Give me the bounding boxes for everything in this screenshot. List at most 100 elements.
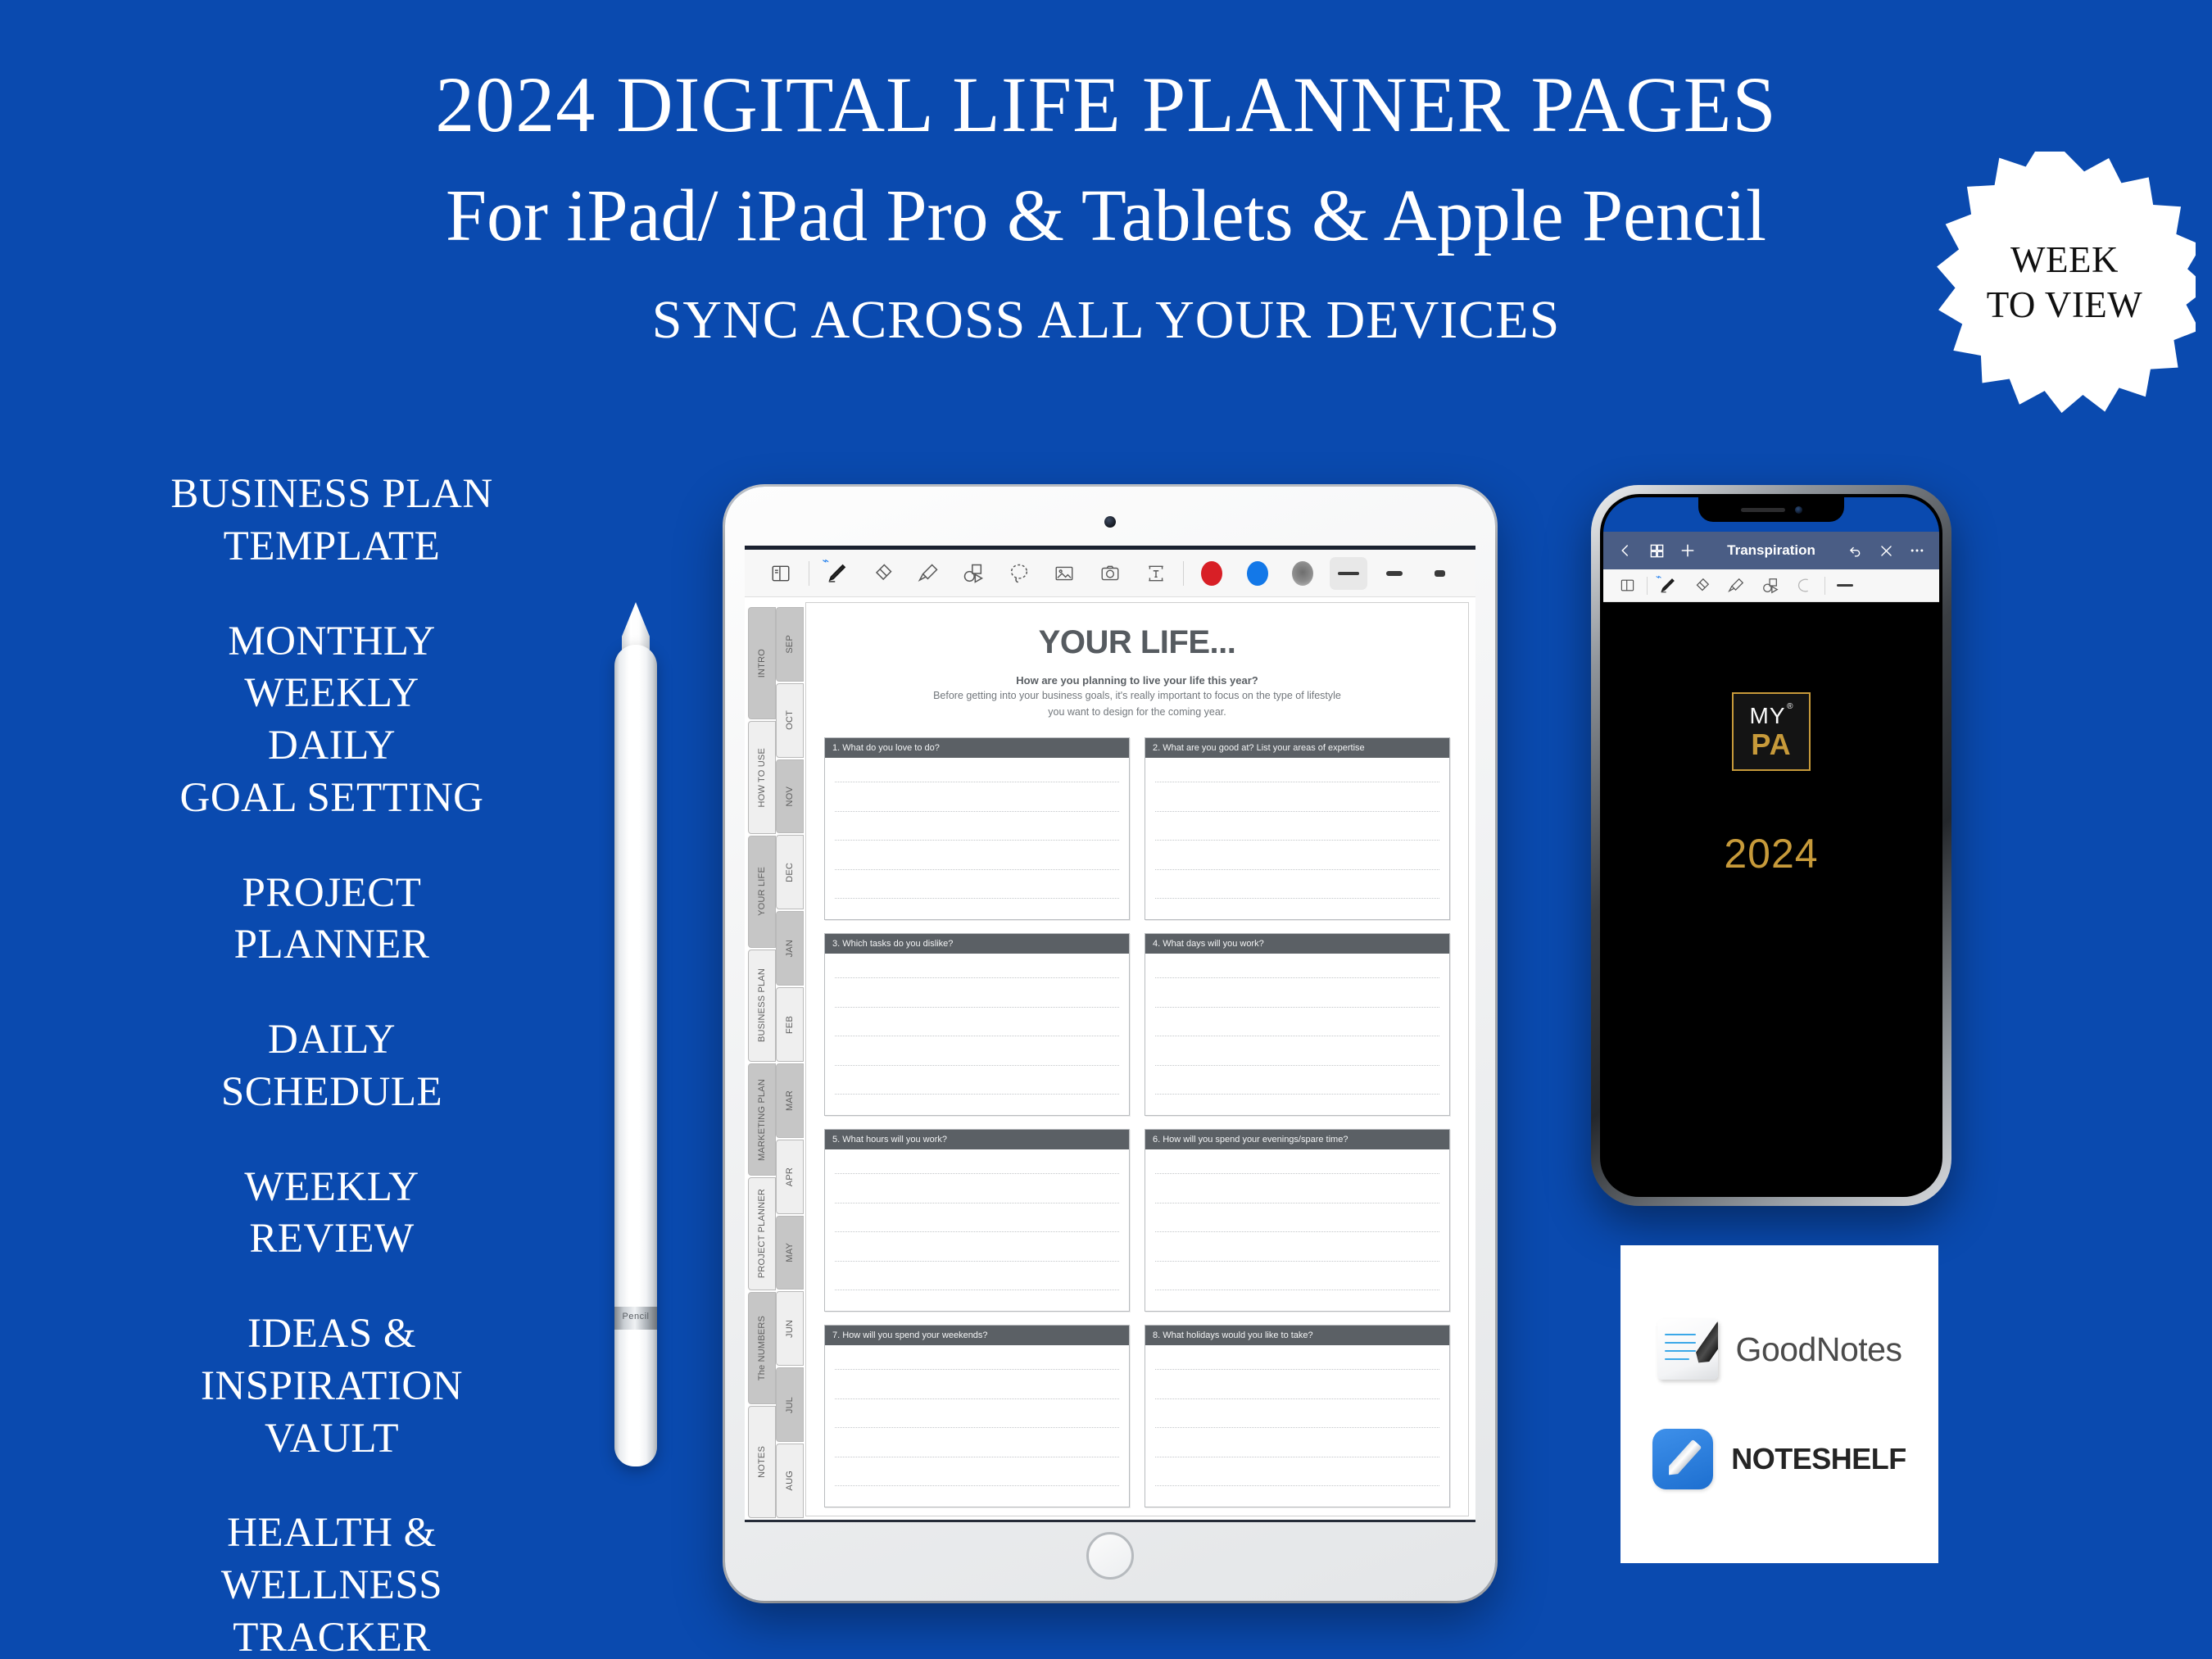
section-tab-business-plan[interactable]: BUSINESS PLAN	[748, 949, 776, 1062]
feature-line: PLANNER	[233, 922, 430, 968]
pen-icon	[1665, 1439, 1702, 1480]
question-card[interactable]: 6. How will you spend your evenings/spar…	[1145, 1129, 1450, 1312]
tab-label: BUSINESS PLAN	[757, 968, 767, 1043]
feature-line: PROJECT	[242, 869, 422, 916]
tab-label: OCT	[785, 710, 795, 731]
color-swatch-gray[interactable]	[1281, 555, 1326, 592]
pen-icon[interactable]: ⌁	[1650, 572, 1684, 600]
pen-icon[interactable]: ⌁	[814, 555, 860, 592]
planner-page-prompt: How are you planning to live your life t…	[1016, 674, 1258, 687]
month-tab-oct[interactable]: OCT	[776, 682, 804, 758]
section-tab-notes[interactable]: NOTES	[748, 1405, 776, 1518]
phone-bezel: Transpiration ⌁ MY ® PA 2024	[1600, 494, 1942, 1197]
month-tab-jan[interactable]: JAN	[776, 911, 804, 986]
tab-label: YOUR LIFE	[757, 867, 767, 917]
ipad-toolbar: ⌁	[745, 550, 1475, 597]
section-tab-how-to-use[interactable]: HOW TO USE	[748, 721, 776, 834]
eraser-icon[interactable]	[859, 555, 905, 592]
feature-line: INSPIRATION	[200, 1362, 464, 1409]
question-card[interactable]: 2. What are you good at? List your areas…	[1145, 737, 1450, 921]
page-view-icon[interactable]	[1610, 572, 1644, 600]
text-box-icon[interactable]	[1133, 555, 1179, 592]
answer-lines[interactable]	[1145, 1345, 1449, 1507]
section-tab-marketing-plan[interactable]: MARKETING PLAN	[748, 1063, 776, 1176]
month-tab-feb[interactable]: FEB	[776, 987, 804, 1062]
close-icon[interactable]	[1872, 537, 1900, 564]
highlighter-icon[interactable]	[1719, 572, 1753, 600]
highlighter-icon[interactable]	[905, 555, 951, 592]
shapes-icon[interactable]	[1753, 572, 1788, 600]
shapes-icon[interactable]	[950, 555, 996, 592]
tab-label: HOW TO USE	[757, 747, 767, 808]
stroke-thin[interactable]	[1828, 572, 1862, 600]
feature-line: TRACKER	[233, 1614, 431, 1659]
answer-lines[interactable]	[825, 1345, 1129, 1507]
answer-lines[interactable]	[1145, 1149, 1449, 1311]
month-tab-sep[interactable]: SEP	[776, 607, 804, 682]
feature-line: BUSINESS PLAN	[170, 471, 493, 517]
feature-line: HEALTH &	[227, 1510, 437, 1557]
document-title[interactable]: Transpiration	[1705, 542, 1838, 559]
feature-line: WELLNESS	[220, 1562, 443, 1608]
section-tab-the-numbers[interactable]: The NUMBERS	[748, 1291, 776, 1404]
app-goodnotes: GoodNotes	[1657, 1319, 1902, 1380]
question-card[interactable]: 3. Which tasks do you dislike?	[824, 933, 1130, 1117]
image-icon[interactable]	[1042, 555, 1088, 592]
home-button[interactable]	[1086, 1532, 1134, 1580]
color-swatch-blue[interactable]	[1235, 555, 1281, 592]
lasso-icon[interactable]	[996, 555, 1042, 592]
brand-pa: PA	[1751, 727, 1792, 761]
answer-lines[interactable]	[825, 1149, 1129, 1311]
question-card[interactable]: 5. What hours will you work?	[824, 1129, 1130, 1312]
stroke-thick[interactable]	[1416, 555, 1462, 592]
month-tab-jun[interactable]: JUN	[776, 1291, 804, 1367]
tab-label: INTRO	[757, 649, 767, 678]
question-label: 6. How will you spend your evenings/spar…	[1145, 1130, 1449, 1150]
eraser-icon[interactable]	[1684, 572, 1719, 600]
question-card[interactable]: 1. What do you love to do?	[824, 737, 1130, 921]
month-tab-jul[interactable]: JUL	[776, 1367, 804, 1443]
stroke-medium[interactable]	[1371, 555, 1417, 592]
month-tab-apr[interactable]: APR	[776, 1139, 804, 1214]
feature-line: IDEAS &	[247, 1311, 417, 1357]
tab-label: MARKETING PLAN	[757, 1078, 767, 1161]
feature-group: DAILY SCHEDULE	[49, 1014, 614, 1119]
section-tab-project-planner[interactable]: PROJECT PLANNER	[748, 1177, 776, 1290]
feature-line: VAULT	[264, 1415, 400, 1462]
question-label: 5. What hours will you work?	[825, 1130, 1129, 1150]
section-tab-your-life[interactable]: YOUR LIFE	[748, 835, 776, 948]
lasso-icon[interactable]	[1788, 572, 1822, 600]
question-card[interactable]: 4. What days will you work?	[1145, 933, 1450, 1117]
month-tab-nov[interactable]: NOV	[776, 759, 804, 834]
color-swatch-red[interactable]	[1189, 555, 1235, 592]
answer-lines[interactable]	[1145, 758, 1449, 919]
question-card[interactable]: 7. How will you spend your weekends?	[824, 1325, 1130, 1508]
add-icon[interactable]	[1674, 537, 1702, 564]
month-tab-dec[interactable]: DEC	[776, 835, 804, 910]
month-tab-column: SEP OCT NOV DEC JAN FEB MAR APR MAY JUN …	[776, 601, 804, 1520]
toolbar-divider	[1824, 576, 1825, 595]
undo-icon[interactable]	[1841, 537, 1869, 564]
section-tab-intro[interactable]: INTRO	[748, 607, 776, 720]
page-view-icon[interactable]	[758, 555, 804, 592]
month-tab-mar[interactable]: MAR	[776, 1063, 804, 1138]
answer-lines[interactable]	[825, 954, 1129, 1115]
camera-icon[interactable]	[1087, 555, 1133, 592]
feature-group: WEEKLY REVIEW	[49, 1162, 614, 1267]
page-title: 2024 DIGITAL LIFE PLANNER PAGES	[435, 61, 1777, 148]
answer-lines[interactable]	[1145, 954, 1449, 1115]
badge-line-1: WEEK	[2010, 239, 2119, 281]
badge-line-2: TO VIEW	[1986, 284, 2143, 325]
question-card[interactable]: 8. What holidays would you like to take?	[1145, 1325, 1450, 1508]
tab-label: PROJECT PLANNER	[757, 1189, 767, 1279]
more-options-icon[interactable]	[1903, 537, 1931, 564]
back-icon[interactable]	[1611, 537, 1639, 564]
toolbar-divider	[1647, 576, 1648, 595]
month-tab-aug[interactable]: AUG	[776, 1444, 804, 1518]
grid-icon[interactable]	[1643, 537, 1670, 564]
stroke-thin[interactable]	[1326, 555, 1371, 592]
bluetooth-icon: ⌁	[1656, 570, 1662, 582]
answer-lines[interactable]	[825, 758, 1129, 919]
month-tab-may[interactable]: MAY	[776, 1215, 804, 1290]
header: 2024 DIGITAL LIFE PLANNER PAGES For iPad…	[0, 0, 2212, 351]
